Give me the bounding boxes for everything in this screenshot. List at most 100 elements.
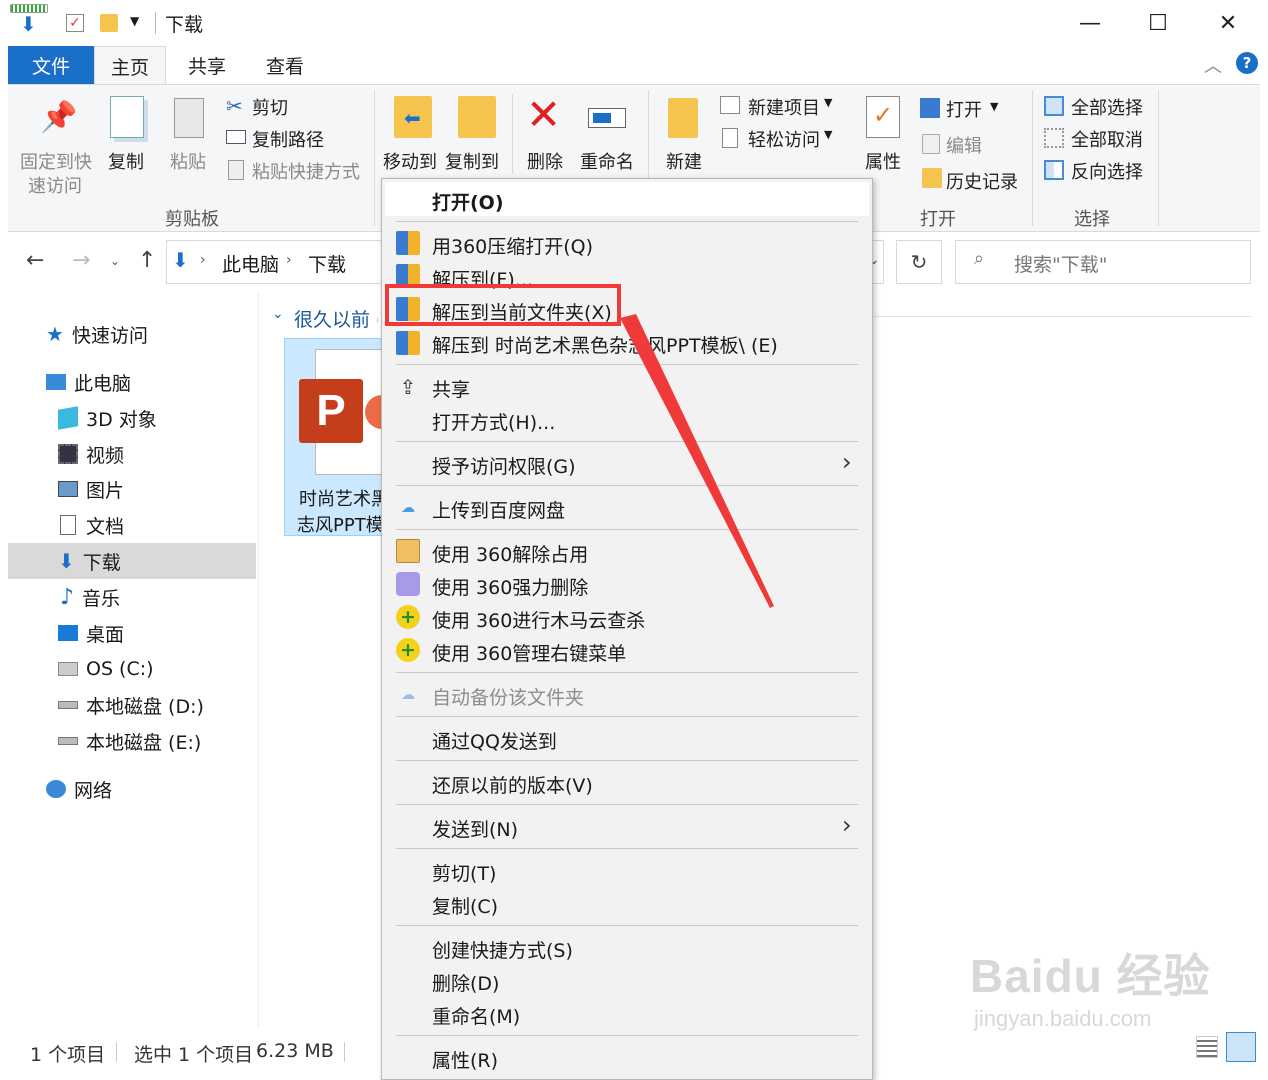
easy-access-icon: [722, 128, 738, 148]
nav-pictures[interactable]: 图片: [8, 471, 256, 507]
select-group-label: 选择: [1074, 209, 1110, 230]
tab-view[interactable]: 查看: [250, 46, 320, 84]
new-item-button[interactable]: 新建项目: [748, 94, 820, 120]
copy-to-icon: [458, 96, 496, 138]
nav-desktop[interactable]: 桌面: [8, 615, 256, 651]
search-placeholder[interactable]: 搜索"下载": [1014, 250, 1107, 277]
breadcrumb-chevron-icon[interactable]: ›: [200, 252, 206, 268]
quick-access-dropdown-icon[interactable]: ▼: [130, 14, 139, 28]
download-arrow-icon[interactable]: ⬇: [20, 12, 37, 36]
open-dropdown-icon[interactable]: ▼: [990, 100, 998, 113]
menu-item-delete[interactable]: 删除(D): [432, 969, 499, 996]
history-icon: [922, 168, 942, 188]
nav-documents[interactable]: 文档: [8, 507, 256, 543]
nav-this-pc[interactable]: 此电脑: [8, 364, 256, 400]
copy-to-button[interactable]: 复制到: [445, 148, 499, 174]
tab-file[interactable]: 文件: [8, 46, 94, 84]
menu-separator: [396, 672, 858, 673]
menu-item-auto-backup[interactable]: 自动备份该文件夹: [432, 683, 584, 710]
annotation-highlight-box: [385, 284, 621, 326]
up-icon[interactable]: ↑: [138, 248, 156, 273]
properties-button[interactable]: 属性: [865, 148, 901, 174]
copy-path-icon: [226, 130, 246, 144]
maximize-button[interactable]: ☐: [1124, 0, 1192, 46]
tab-share[interactable]: 共享: [172, 46, 242, 84]
close-button[interactable]: ✕: [1194, 0, 1262, 46]
open-button[interactable]: 打开: [946, 96, 982, 122]
shield-360-icon: +: [396, 605, 420, 629]
nav-quick-access[interactable]: ★ 快速访问: [8, 316, 256, 352]
menu-item-360-force-delete[interactable]: 使用 360强力删除: [432, 573, 588, 600]
nav-videos[interactable]: 视频: [8, 436, 256, 472]
tab-home[interactable]: 主页: [94, 46, 166, 86]
properties-check-icon[interactable]: ✓: [66, 14, 84, 32]
menu-item-properties[interactable]: 属性(R): [432, 1046, 498, 1073]
nav-drive-d[interactable]: 本地磁盘 (D:): [8, 687, 256, 723]
rename-button[interactable]: 重命名: [580, 148, 634, 174]
refresh-button[interactable]: ↻: [896, 240, 942, 284]
menu-item-grant-access[interactable]: 授予访问权限(G): [432, 452, 576, 479]
copy-icon: [110, 96, 144, 138]
status-divider: [344, 1042, 345, 1062]
minimize-button[interactable]: —: [1056, 0, 1124, 46]
menu-item-360-menu[interactable]: 使用 360管理右键菜单: [432, 639, 626, 666]
nav-3d-objects[interactable]: 3D 对象: [8, 400, 256, 436]
menu-separator: [396, 848, 858, 849]
menu-item-send-to[interactable]: 发送到(N): [432, 815, 518, 842]
pin-label-1[interactable]: 固定到快: [20, 148, 92, 174]
forward-icon[interactable]: →: [72, 248, 90, 273]
menu-item-upload-baidu[interactable]: 上传到百度网盘: [432, 496, 565, 523]
easy-access-button[interactable]: 轻松访问: [748, 126, 820, 152]
group-collapse-icon[interactable]: ⌄: [272, 306, 284, 322]
breadcrumb-this-pc[interactable]: 此电脑: [222, 250, 279, 277]
file-name-line-1: 时尚艺术黑: [299, 489, 389, 510]
new-folder-button[interactable]: 新建: [666, 148, 702, 174]
history-button[interactable]: 历史记录: [946, 168, 1018, 194]
menu-item-open[interactable]: 打开(O): [432, 188, 504, 215]
copy-path-button[interactable]: 复制路径: [252, 126, 324, 152]
menu-item-rename[interactable]: 重命名(M): [432, 1002, 520, 1029]
cut-button[interactable]: 剪切: [252, 94, 288, 120]
menu-item-restore-versions[interactable]: 还原以前的版本(V): [432, 771, 593, 798]
collapse-ribbon-icon[interactable]: ︿: [1204, 52, 1222, 78]
back-icon[interactable]: ←: [26, 248, 44, 273]
new-item-dropdown-icon[interactable]: ▼: [824, 96, 832, 109]
menu-separator: [396, 925, 858, 926]
menu-item-open-360[interactable]: 用360压缩打开(Q): [432, 232, 593, 259]
nav-downloads[interactable]: ⬇ 下载: [8, 543, 256, 579]
download-icon: ⬇: [58, 549, 75, 573]
nav-music[interactable]: ♪ 音乐: [8, 579, 256, 615]
edit-button[interactable]: 编辑: [946, 132, 982, 158]
menu-item-send-qq[interactable]: 通过QQ发送到: [432, 727, 557, 754]
copy-button[interactable]: 复制: [108, 148, 144, 174]
nav-drive-c[interactable]: OS (C:): [8, 651, 256, 687]
menu-item-copy[interactable]: 复制(C): [432, 892, 498, 919]
paste-shortcut-button[interactable]: 粘贴快捷方式: [252, 158, 360, 184]
menu-item-share[interactable]: 共享: [432, 375, 470, 402]
file-item[interactable]: P 时尚艺术黑 志风PPT模: [284, 338, 394, 536]
menu-item-create-shortcut[interactable]: 创建快捷方式(S): [432, 936, 573, 963]
document-icon: [60, 515, 76, 535]
help-icon[interactable]: ?: [1236, 52, 1258, 74]
menu-item-360-unlock[interactable]: 使用 360解除占用: [432, 540, 588, 567]
paste-button[interactable]: 粘贴: [170, 148, 206, 174]
breadcrumb-chevron-icon[interactable]: ›: [286, 252, 292, 268]
nav-network[interactable]: 网络: [8, 771, 256, 807]
invert-selection-button[interactable]: 反向选择: [1071, 158, 1143, 184]
nav-drive-e[interactable]: 本地磁盘 (E:): [8, 723, 256, 759]
pin-icon: 📌: [40, 100, 78, 135]
select-none-button[interactable]: 全部取消: [1071, 126, 1143, 152]
pin-label-2[interactable]: 速访问: [28, 172, 82, 198]
group-header[interactable]: 很久以前 (1): [294, 305, 378, 332]
move-to-button[interactable]: 移动到: [383, 148, 437, 174]
close-icon: ✕: [1218, 10, 1238, 36]
folder-icon[interactable]: [100, 14, 118, 32]
menu-item-cut[interactable]: 剪切(T): [432, 859, 496, 886]
recent-locations-icon[interactable]: ⌄: [110, 254, 120, 268]
delete-button[interactable]: 删除: [527, 148, 563, 174]
select-none-icon: [1044, 128, 1064, 148]
select-all-button[interactable]: 全部选择: [1071, 94, 1143, 120]
breadcrumb-downloads[interactable]: 下载: [308, 250, 346, 277]
menu-item-open-with[interactable]: 打开方式(H)...: [432, 408, 555, 435]
easy-access-dropdown-icon[interactable]: ▼: [824, 128, 832, 141]
